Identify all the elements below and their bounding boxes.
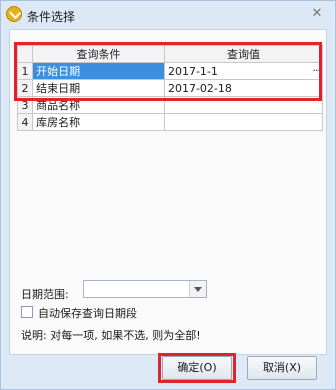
table-row[interactable]: 4 库房名称: [16, 113, 324, 131]
row-number-header: [16, 45, 34, 63]
table-row[interactable]: 3 商品名称: [16, 96, 324, 114]
table-row[interactable]: 2 结束日期 2017-02-18: [16, 79, 324, 97]
window-title: 条件选择: [27, 10, 76, 24]
ok-button[interactable]: 确定(O): [162, 356, 232, 380]
note-text: 说明: 对每一项, 如果不选, 则为全部!: [21, 329, 201, 342]
app-icon: [6, 6, 22, 22]
cancel-button[interactable]: 取消(X): [247, 356, 317, 380]
row-number: 4: [16, 113, 34, 131]
condition-cell[interactable]: 结束日期: [32, 79, 165, 97]
date-range-select[interactable]: [83, 280, 207, 298]
date-range-label: 日期范围:: [21, 288, 69, 301]
condition-cell[interactable]: 库房名称: [32, 113, 165, 131]
condition-grid: 查询条件 查询值 1 开始日期 2017-1-1 ··· 2 结束日期 2017…: [16, 45, 324, 131]
close-icon[interactable]: ✕: [309, 6, 325, 22]
value-text: 2017-1-1: [167, 64, 218, 78]
condition-column-header: 查询条件: [32, 45, 165, 63]
value-cell[interactable]: [163, 96, 324, 114]
ellipsis-button[interactable]: ···: [313, 64, 321, 77]
value-cell[interactable]: [163, 113, 324, 131]
auto-save-label[interactable]: 自动保存查询日期段: [38, 305, 137, 321]
condition-cell[interactable]: 商品名称: [32, 96, 165, 114]
table-row[interactable]: 1 开始日期 2017-1-1 ···: [16, 62, 324, 80]
auto-save-checkbox[interactable]: [21, 306, 33, 318]
value-cell[interactable]: 2017-1-1 ···: [163, 62, 324, 80]
grid-header-row: 查询条件 查询值: [16, 45, 324, 63]
row-number: 3: [16, 96, 34, 114]
value-column-header: 查询值: [163, 45, 324, 63]
dialog-window: 条件选择 ✕ 查询条件 查询值 1 开始日期 2017-1-1 ··· 2 结束…: [0, 0, 336, 390]
value-cell[interactable]: 2017-02-18: [163, 79, 324, 97]
condition-cell[interactable]: 开始日期: [32, 62, 165, 80]
row-number: 1: [16, 62, 34, 80]
row-number: 2: [16, 79, 34, 97]
chevron-down-icon[interactable]: [189, 281, 206, 297]
title-bar: 条件选择 ✕: [1, 1, 335, 29]
